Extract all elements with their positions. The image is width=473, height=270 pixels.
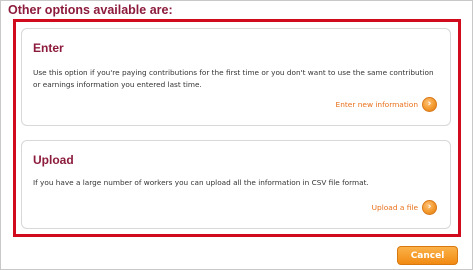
enter-option-card: Enter Use this option if you're paying c…: [21, 28, 451, 126]
enter-option-title: Enter: [33, 41, 64, 55]
arrow-right-circle-icon[interactable]: ›: [422, 97, 437, 112]
upload-option-card: Upload If you have a large number of wor…: [21, 140, 451, 229]
cancel-button[interactable]: Cancel: [397, 246, 458, 265]
enter-new-information-link[interactable]: Enter new information ›: [336, 97, 437, 112]
upload-a-file-link[interactable]: Upload a file ›: [372, 200, 437, 215]
enter-option-description: Use this option if you're paying contrib…: [33, 68, 434, 89]
arrow-right-circle-icon[interactable]: ›: [422, 200, 437, 215]
upload-a-file-label: Upload a file: [371, 203, 418, 212]
upload-option-title: Upload: [33, 153, 74, 167]
options-heading: Other options available are:: [8, 3, 173, 17]
enter-new-information-label: Enter new information: [335, 100, 418, 109]
upload-option-description: If you have a large number of workers yo…: [33, 178, 369, 187]
